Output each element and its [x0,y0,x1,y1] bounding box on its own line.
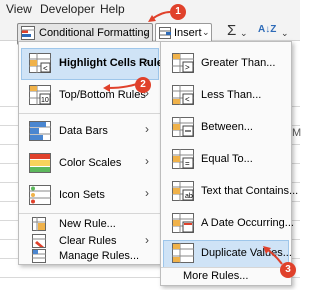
annotation-arrows [103,11,283,265]
annotation-badge-2: 2 [135,77,151,93]
annotation-badge-1: 1 [170,4,186,20]
annotation-badge-3: 3 [280,262,296,278]
